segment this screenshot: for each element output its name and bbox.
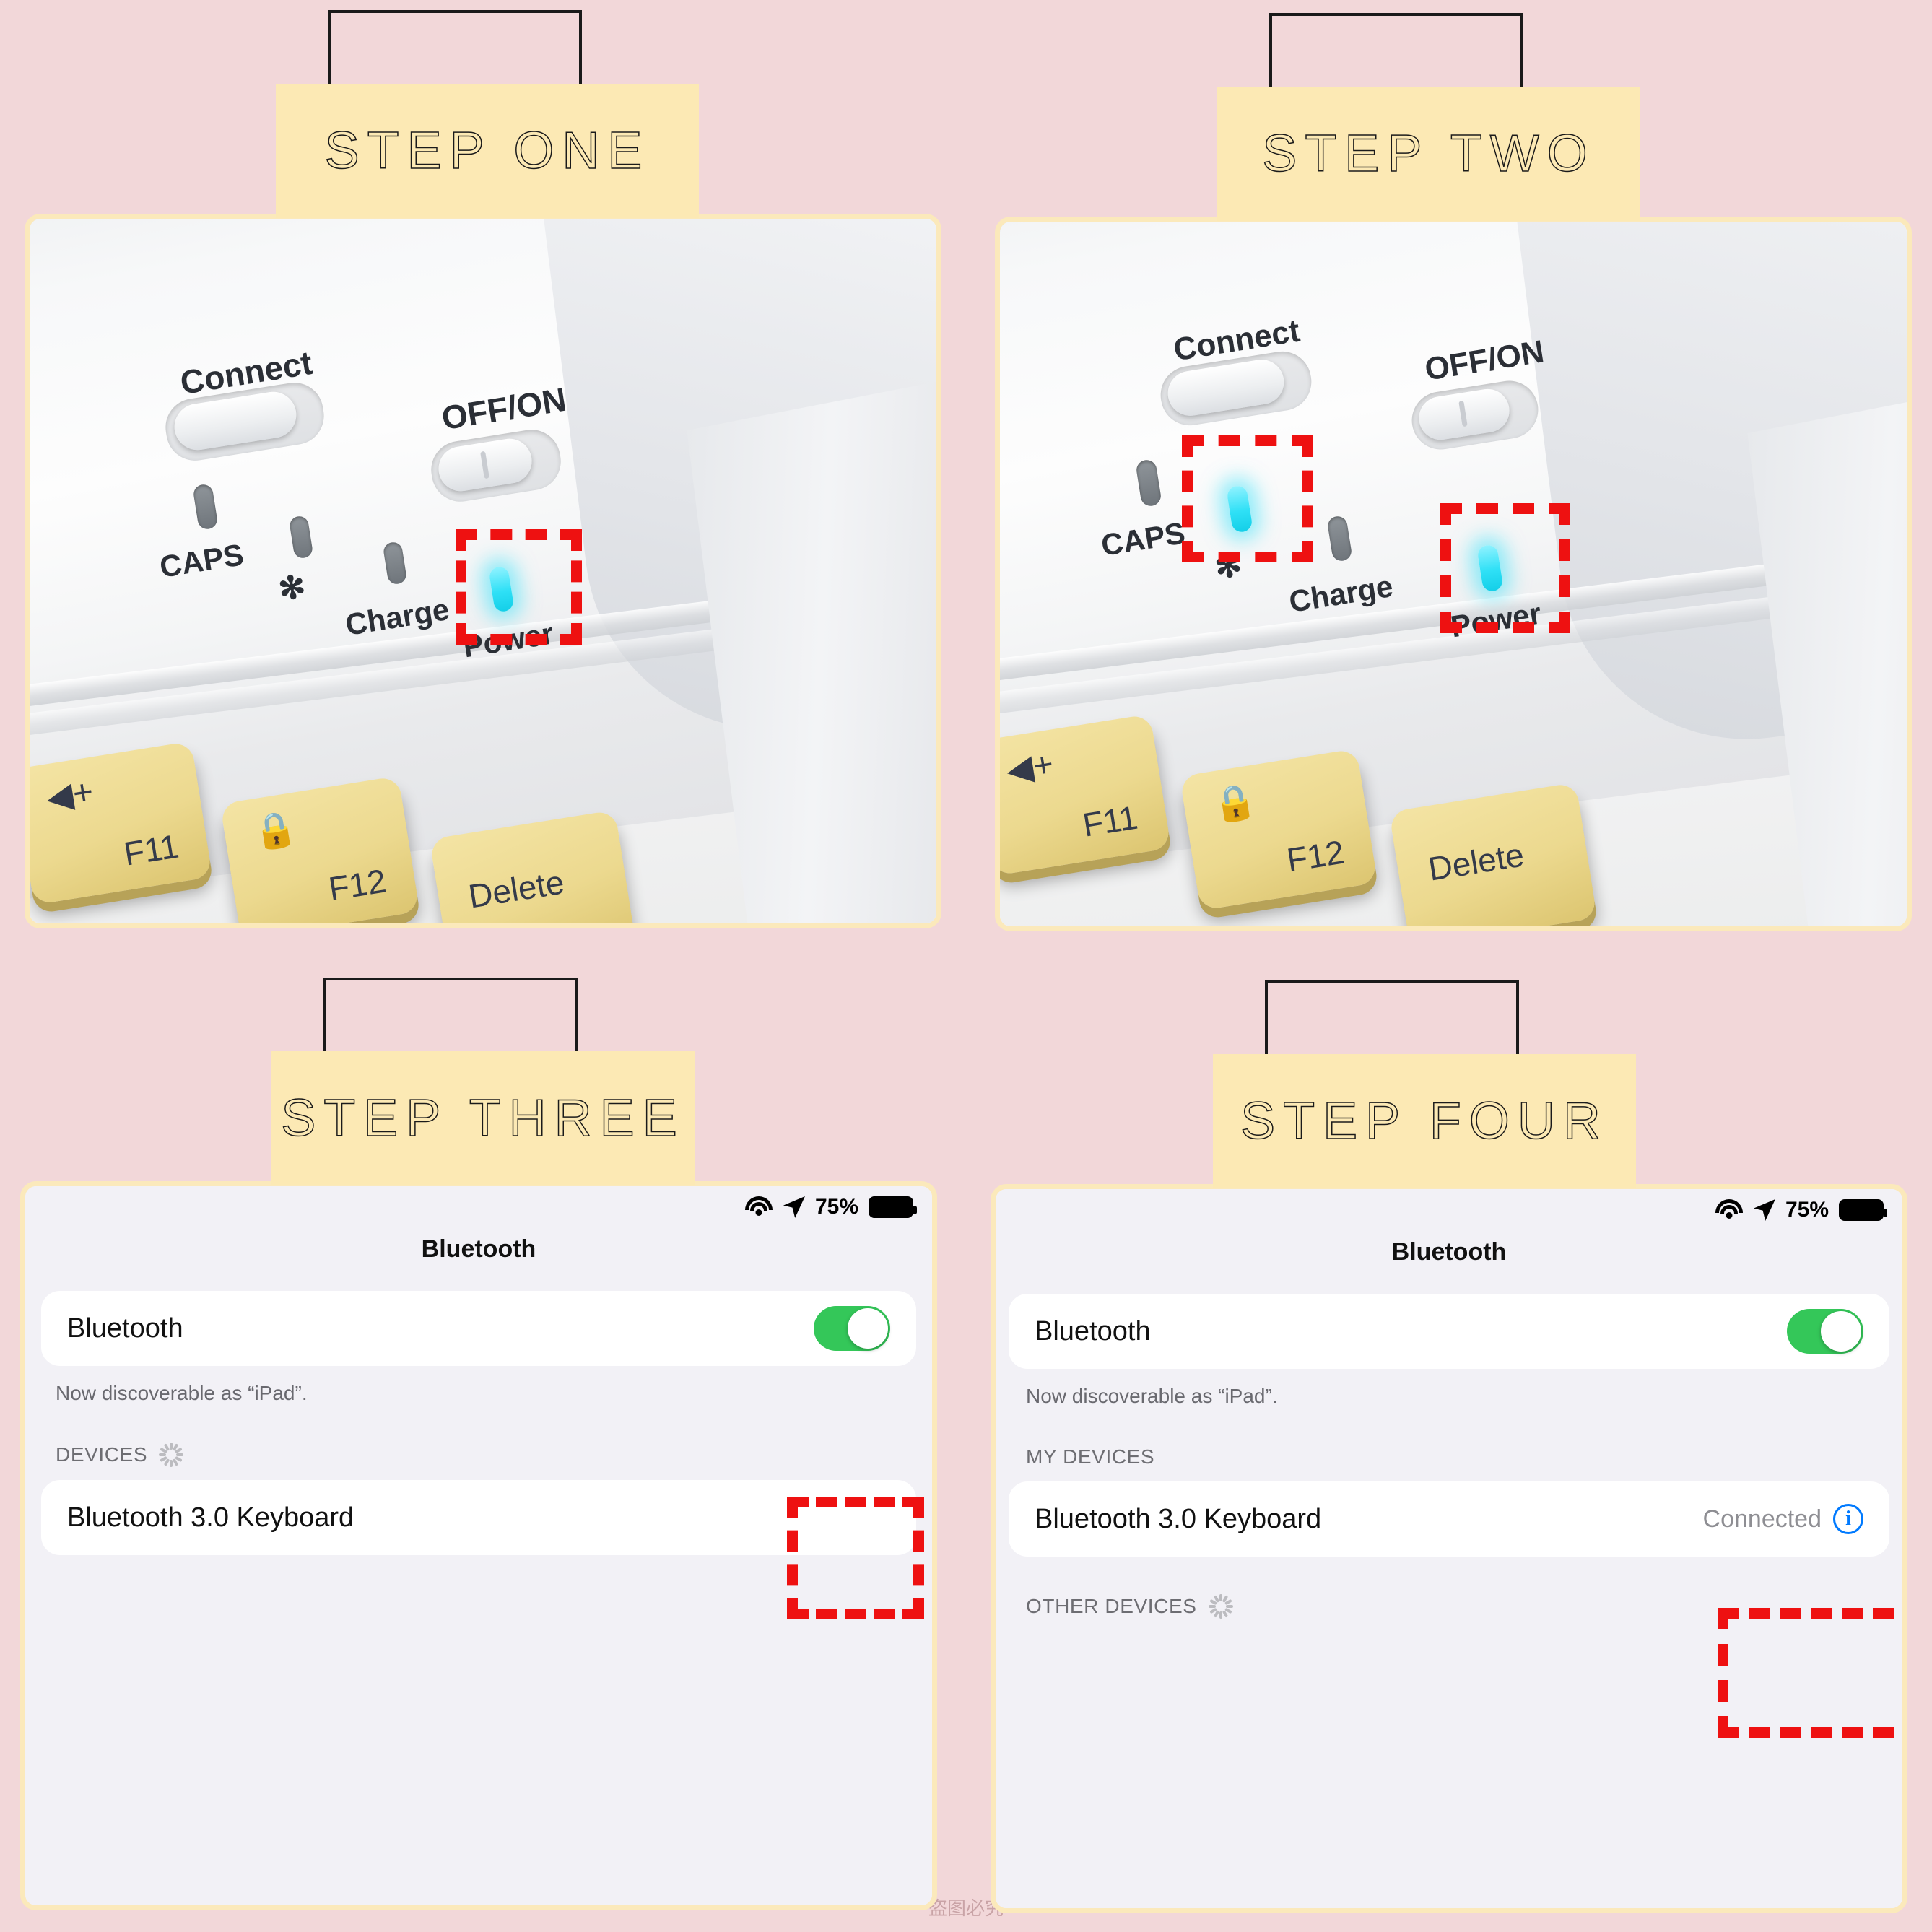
step-four-screen-panel: 75% Bluetooth Bluetooth Now discoverable… bbox=[991, 1184, 1907, 1913]
key-f12-label: F12 bbox=[1284, 833, 1347, 879]
step-banner-three: STEP THREE bbox=[271, 1051, 695, 1185]
loading-spinner-icon bbox=[1208, 1594, 1233, 1619]
step-banner-four: STEP FOUR bbox=[1213, 1054, 1636, 1188]
battery-icon bbox=[869, 1196, 917, 1218]
lock-icon: 🔒 bbox=[1210, 780, 1259, 826]
location-arrow-icon bbox=[1753, 1199, 1775, 1221]
bluetooth-toggle[interactable] bbox=[814, 1306, 890, 1351]
device-row[interactable]: Bluetooth 3.0 Keyboard bbox=[41, 1480, 916, 1555]
battery-percent: 75% bbox=[1785, 1198, 1829, 1222]
step-bracket-two bbox=[1269, 13, 1523, 91]
status-bar: 75% bbox=[996, 1189, 1902, 1227]
step-banner-two: STEP TWO bbox=[1217, 87, 1640, 221]
marker-bluetooth-toggle bbox=[787, 1497, 924, 1619]
key-f11-label: F11 bbox=[1080, 799, 1141, 845]
step-title-three: STEP THREE bbox=[280, 1089, 685, 1148]
key-delete-label: Delete bbox=[1425, 835, 1527, 888]
keyboard-photo-one: Connect OFF/ON CAPS ✻ Charge Power ◀+ F1… bbox=[30, 219, 936, 923]
devices-section-label: DEVICES bbox=[56, 1443, 148, 1466]
page-title: Bluetooth bbox=[1391, 1238, 1507, 1266]
step-bracket-four bbox=[1265, 980, 1519, 1058]
step-two-photo-panel: Connect OFF/ON CAPS ✻ Charge Power ◀+ F1… bbox=[995, 217, 1912, 931]
step-three-screen-panel: 75% Bluetooth Bluetooth Now discoverable… bbox=[20, 1181, 937, 1910]
step-bracket-one bbox=[328, 10, 582, 88]
bluetooth-row-label: Bluetooth bbox=[67, 1313, 183, 1344]
key-f11[interactable]: ◀+ F11 bbox=[1000, 713, 1172, 876]
bluetooth-toggle-row[interactable]: Bluetooth bbox=[1009, 1294, 1889, 1369]
devices-section-header: DEVICES bbox=[25, 1405, 932, 1480]
step-bracket-three bbox=[323, 978, 578, 1056]
info-icon[interactable]: i bbox=[1833, 1504, 1863, 1534]
step-one-photo-panel: Connect OFF/ON CAPS ✻ Charge Power ◀+ F1… bbox=[25, 214, 941, 928]
my-devices-section-label: MY DEVICES bbox=[1026, 1445, 1155, 1468]
marker-power-led bbox=[456, 529, 582, 645]
discoverable-note: Now discoverable as “iPad”. bbox=[1026, 1385, 1278, 1407]
keyboard-photo-two: Connect OFF/ON CAPS ✻ Charge Power ◀+ F1… bbox=[1000, 222, 1907, 926]
page-title: Bluetooth bbox=[421, 1235, 536, 1263]
bluetooth-toggle-row[interactable]: Bluetooth bbox=[41, 1291, 916, 1366]
key-f12-label: F12 bbox=[326, 861, 389, 908]
device-row[interactable]: Bluetooth 3.0 Keyboard Connected i bbox=[1009, 1481, 1889, 1557]
wifi-icon bbox=[1715, 1199, 1744, 1221]
marker-power-led bbox=[1440, 503, 1570, 633]
discoverable-note: Now discoverable as “iPad”. bbox=[56, 1382, 308, 1404]
bluetooth-row-label: Bluetooth bbox=[1035, 1315, 1151, 1346]
lock-icon: 🔒 bbox=[251, 808, 300, 853]
key-f11-label: F11 bbox=[121, 827, 182, 873]
step-banner-one: STEP ONE bbox=[276, 84, 699, 218]
step-title-two: STEP TWO bbox=[1262, 124, 1596, 183]
device-name: Bluetooth 3.0 Keyboard bbox=[67, 1502, 354, 1533]
bluetooth-toggle[interactable] bbox=[1787, 1309, 1863, 1354]
step-title-four: STEP FOUR bbox=[1240, 1092, 1609, 1151]
marker-device-status bbox=[1718, 1608, 1902, 1738]
marker-bluetooth-led bbox=[1182, 435, 1313, 562]
my-devices-section-header: MY DEVICES bbox=[996, 1408, 1902, 1481]
key-f12[interactable]: 🔒 F12 bbox=[1179, 748, 1378, 911]
battery-percent: 75% bbox=[814, 1195, 858, 1219]
other-devices-section-label: OTHER DEVICES bbox=[1026, 1595, 1197, 1617]
key-delete-label: Delete bbox=[466, 863, 567, 915]
step-title-one: STEP ONE bbox=[324, 121, 650, 180]
volume-up-icon: ◀+ bbox=[43, 773, 96, 818]
bluetooth-settings-screen-three: 75% Bluetooth Bluetooth Now discoverable… bbox=[25, 1186, 932, 1905]
bluetooth-glyph: ✻ bbox=[276, 568, 308, 608]
battery-icon bbox=[1839, 1199, 1887, 1221]
loading-spinner-icon bbox=[159, 1443, 184, 1467]
bluetooth-settings-screen-four: 75% Bluetooth Bluetooth Now discoverable… bbox=[996, 1189, 1902, 1908]
volume-up-icon: ◀+ bbox=[1004, 744, 1056, 791]
tutorial-page: STEP ONE Connect OFF/ON CAPS ✻ Charge Po… bbox=[0, 0, 1932, 1932]
device-name: Bluetooth 3.0 Keyboard bbox=[1035, 1503, 1322, 1534]
status-bar: 75% bbox=[25, 1186, 932, 1224]
wifi-icon bbox=[744, 1196, 773, 1218]
key-f11[interactable]: ◀+ F11 bbox=[30, 741, 213, 905]
location-arrow-icon bbox=[783, 1196, 805, 1218]
device-status: Connected bbox=[1702, 1505, 1822, 1533]
